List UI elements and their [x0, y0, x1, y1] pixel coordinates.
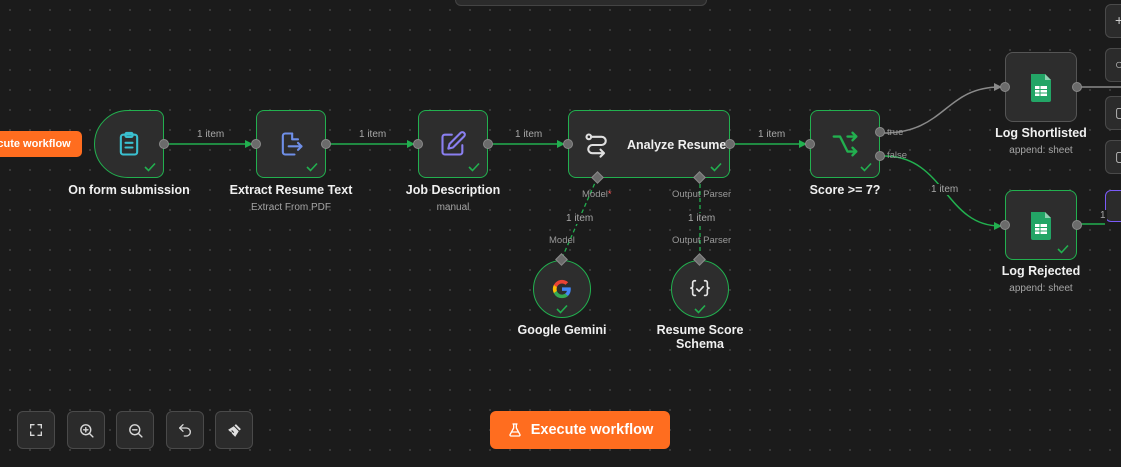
broom-icon [226, 422, 243, 439]
node-form-trigger-label: On form submission [68, 183, 190, 197]
node-log-rejected-subtitle: append: sheet [1009, 283, 1073, 294]
undo-icon [177, 422, 193, 438]
false-branch-label: false [887, 150, 908, 161]
file-export-icon [277, 130, 305, 158]
false-output-handle[interactable] [875, 151, 885, 161]
success-check-icon [144, 162, 156, 172]
edge-label-item-count: 1 item [687, 213, 717, 224]
success-check-icon [694, 304, 706, 314]
node-analyze-resume[interactable]: Analyze Resume [568, 110, 730, 178]
flask-icon [507, 422, 523, 438]
undo-button[interactable] [166, 411, 204, 449]
zoom-to-fit-button[interactable] [17, 411, 55, 449]
node-resume-score-schema-label-2: Schema [676, 337, 724, 351]
node-log-shortlisted-subtitle: append: sheet [1009, 145, 1073, 156]
json-braces-icon [689, 278, 711, 300]
node-google-gemini[interactable] [533, 260, 591, 318]
edge-label-item-count: 1 item [514, 129, 544, 140]
success-check-icon [860, 162, 872, 172]
node-score-if-label: Score >= 7? [809, 183, 881, 197]
execute-workflow-label: Execute workflow [530, 422, 654, 438]
input-handle[interactable] [251, 139, 261, 149]
fullscreen-icon [28, 422, 44, 438]
success-check-icon [306, 162, 318, 172]
edge-label-item-count: 1 item [565, 213, 595, 224]
zoom-out-icon [127, 422, 144, 439]
route-icon [583, 131, 611, 159]
zoom-in-icon [78, 422, 95, 439]
node-google-gemini-label: Google Gemini [517, 323, 607, 337]
node-log-rejected[interactable] [1005, 190, 1077, 260]
true-branch-label: true [887, 127, 904, 138]
success-check-icon [1057, 244, 1069, 254]
output-handle[interactable] [321, 139, 331, 149]
edge-label-item-count: 1 item [930, 184, 960, 195]
google-g-icon [551, 278, 573, 300]
schema-port-label: Output Parser [672, 235, 732, 246]
google-sheets-icon [1029, 210, 1053, 240]
node-job-description[interactable] [418, 110, 488, 178]
node-extract-resume-subtitle: Extract From PDF [250, 202, 331, 213]
node-analyze-resume-label: Analyze Resume [627, 138, 727, 152]
output-handle[interactable] [159, 139, 169, 149]
success-check-icon [468, 162, 480, 172]
sticky-note-button[interactable]: ▢ [1105, 96, 1121, 130]
add-node-button[interactable]: + [1105, 4, 1121, 38]
node-log-rejected-label: Log Rejected [1001, 264, 1081, 278]
connections-layer [168, 83, 1121, 259]
tidy-up-button[interactable] [215, 411, 253, 449]
gemini-port-label: Model [549, 235, 575, 246]
node-extract-resume-label: Extract Resume Text [229, 183, 353, 197]
node-log-shortlisted-label: Log Shortlisted [995, 126, 1087, 140]
edge-label-item-count: 1 item [757, 129, 787, 140]
edge-label-item-count: 1 item [196, 129, 226, 140]
output-handle[interactable] [1072, 82, 1082, 92]
success-check-icon [710, 162, 722, 172]
node-score-if[interactable] [810, 110, 880, 178]
node-job-description-subtitle: manual [436, 202, 470, 213]
node-resume-score-schema-label-1: Resume Score [656, 323, 744, 337]
zoom-out-button[interactable] [116, 411, 154, 449]
edge-label-item-count: 1 [1099, 210, 1107, 221]
output-handle[interactable] [1072, 220, 1082, 230]
success-check-icon [556, 304, 568, 314]
model-port-label: Model* [582, 189, 612, 200]
input-handle[interactable] [1000, 82, 1010, 92]
node-resume-score-schema[interactable] [671, 260, 729, 318]
branch-icon [830, 129, 860, 159]
zoom-in-button[interactable] [67, 411, 105, 449]
output-handle[interactable] [483, 139, 493, 149]
parser-port-label: Output Parser [672, 189, 732, 200]
input-handle[interactable] [1000, 220, 1010, 230]
input-handle[interactable] [805, 139, 815, 149]
execute-workflow-side-button[interactable]: ecute workflow [0, 131, 82, 157]
top-panel-edge [455, 0, 707, 6]
node-job-description-label: Job Description [405, 183, 501, 197]
execute-workflow-button[interactable]: Execute workflow [490, 411, 670, 449]
search-nodes-button[interactable]: ○ [1105, 48, 1121, 82]
output-handle[interactable] [725, 139, 735, 149]
edge-label-item-count: 1 item [358, 129, 388, 140]
ai-assistant-button[interactable] [1105, 190, 1121, 222]
node-form-trigger[interactable] [94, 110, 164, 178]
clipboard-icon [115, 130, 143, 158]
input-handle[interactable] [413, 139, 423, 149]
input-handle[interactable] [563, 139, 573, 149]
node-extract-resume[interactable] [256, 110, 326, 178]
google-sheets-icon [1029, 72, 1053, 102]
pencil-square-icon [439, 130, 467, 158]
node-log-shortlisted[interactable] [1005, 52, 1077, 122]
true-output-handle[interactable] [875, 127, 885, 137]
